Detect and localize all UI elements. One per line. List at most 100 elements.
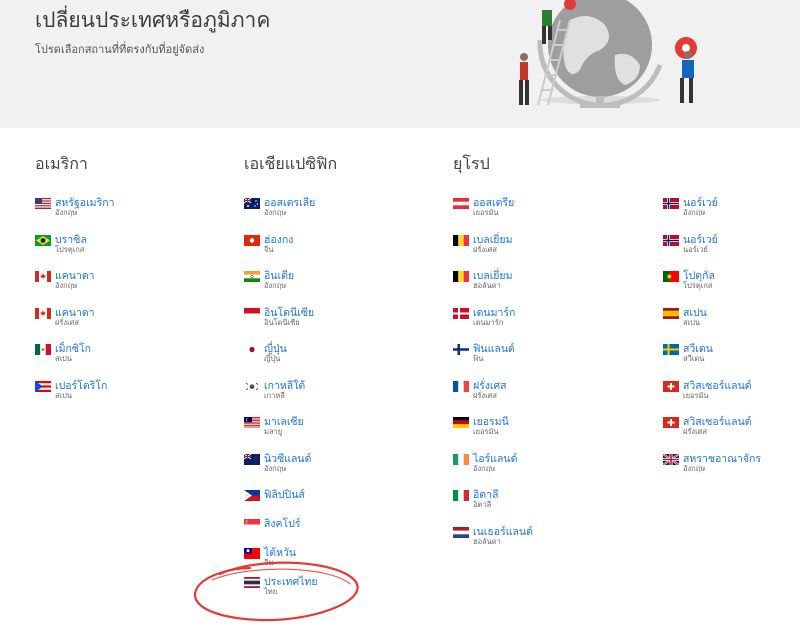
thailand-flag-icon [244, 577, 260, 588]
language-label: อินโดนีเซีย [264, 317, 300, 327]
japan-flag-icon [244, 344, 260, 355]
country-link[interactable]: ญี่ปุ่น ญี่ปุ่น [244, 340, 337, 377]
italy-flag-icon [453, 490, 469, 501]
country-link[interactable]: เกาหลีใต้ เกาหลี [244, 377, 337, 414]
country-link[interactable]: อินเดีย อังกฤษ [244, 267, 337, 304]
globe-illustration [519, 0, 697, 108]
switzerland-flag-icon [663, 380, 679, 392]
portugal-flag-icon [663, 271, 679, 282]
country-link[interactable]: เบลเยี่ยม ฮอลันดา [453, 267, 513, 304]
country-link[interactable]: เยอรมนี เยอรมัน [453, 413, 509, 450]
language-label: จีน [264, 244, 274, 254]
new-zealand-flag-icon [244, 453, 260, 465]
france-flag-icon [453, 380, 469, 392]
page-title: เปลี่ยนประเทศหรือภูมิภาค [35, 8, 271, 32]
brazil-flag-icon [35, 234, 51, 246]
column-asia-pacific: เอเชียแปซิฟิก ออสเตรเลีย อังกฤษ ฮ่องกง จีน อิ… [244, 152, 337, 602]
canada-flag-icon [35, 307, 51, 319]
indonesia-flag-icon [244, 307, 260, 319]
country-link[interactable]: สหรัฐอเมริกา อังกฤษ [35, 194, 114, 231]
language-label: ญี่ปุ่น [264, 354, 281, 363]
country-link[interactable]: ไอร์แลนด์ อังกฤษ [453, 450, 517, 487]
language-label: ฝรั่งเศส [473, 390, 497, 400]
country-link[interactable]: นิวซีแลนด์ อังกฤษ [244, 450, 337, 487]
south-korea-flag-icon [244, 380, 260, 392]
language-label: เกาหลี [264, 390, 285, 400]
malaysia-flag-icon [244, 417, 260, 428]
sweden-flag-icon [663, 344, 679, 355]
taiwan-flag-icon [244, 548, 260, 559]
country-link[interactable]: แคนาดา ฝรั่งเศส [35, 304, 95, 341]
germany-flag-icon [453, 417, 469, 428]
language-label: นอร์เวย์ [683, 244, 708, 254]
country-link[interactable]: ไต้หวัน จีน [244, 544, 337, 573]
mexico-flag-icon [35, 344, 51, 355]
language-label: ฝรั่งเศส [473, 244, 497, 254]
country-link[interactable]: ออสเตรีย เยอรมัน [453, 194, 514, 231]
norway-flag-icon [663, 198, 679, 209]
language-label: สเปน [55, 390, 73, 400]
country-link[interactable]: เบลเยี่ยม ฝรั่งเศส [453, 231, 513, 268]
country-link[interactable]: เม็กซิโก สเปน [35, 340, 91, 377]
country-link[interactable]: ฟิลิปปินส์ [244, 486, 337, 515]
uk-flag-icon [663, 453, 679, 465]
puerto-rico-flag-icon [35, 380, 51, 392]
netherlands-flag-icon [453, 526, 469, 538]
language-label: ฮอลันดา [473, 536, 501, 546]
canada-flag-icon [35, 271, 51, 282]
country-link[interactable]: ประเทศไทย ไทย [244, 573, 337, 602]
language-label: ฝรั่งเศส [55, 317, 79, 327]
language-label: เยอรมัน [473, 427, 499, 436]
language-label: ฮอลันดา [473, 281, 501, 290]
australia-flag-icon [244, 198, 260, 209]
country-link[interactable]: ฝรั่งเศส ฝรั่งเศส [453, 377, 507, 414]
country-link[interactable]: แคนาดา อังกฤษ [35, 267, 95, 304]
austria-flag-icon [453, 198, 469, 209]
country-link[interactable]: อิตาลี อิตาลี [453, 486, 498, 523]
language-label: สเปน [55, 354, 73, 363]
language-label: จีน [264, 558, 274, 567]
finland-flag-icon [453, 344, 469, 355]
country-link[interactable]: สิงคโปร์ [244, 515, 337, 544]
singapore-flag-icon [244, 519, 260, 530]
language-label: อังกฤษ [55, 208, 78, 217]
country-name[interactable]: ฟิลิปปินส์ [264, 486, 305, 503]
language-label: อิตาลี [473, 500, 492, 509]
region-heading: ยุโรป [453, 154, 490, 173]
language-label: โปรตุเกส [683, 281, 713, 290]
country-name[interactable]: สิงคโปร์ [264, 515, 301, 532]
language-label: อังกฤษ [264, 208, 287, 217]
language-label: เยอรมัน [683, 390, 709, 400]
language-label: โปรตุเกส [55, 244, 85, 254]
country-link[interactable]: บราซิล โปรตุเกส [35, 231, 88, 268]
language-label: อังกฤษ [264, 281, 287, 290]
spain-flag-icon [663, 307, 679, 319]
column-europe: ยุโรปออสเตรีย เยอรมัน เบลเยี่ยม ฝรั่งเศส เบล… [453, 152, 533, 560]
hong-kong-flag-icon [244, 234, 260, 246]
language-label: สเปน [683, 317, 701, 327]
language-label: มลายู [264, 427, 283, 436]
philippines-flag-icon [244, 490, 260, 501]
ireland-flag-icon [453, 453, 469, 465]
language-label: สวีเดน [683, 354, 705, 363]
country-link[interactable]: ฟินแลนด์ ฟิน [453, 340, 515, 377]
country-link[interactable]: ออสเตรเลีย อังกฤษ [244, 194, 337, 231]
country-link[interactable]: อินโดนีเซีย อินโดนีเซีย [244, 304, 337, 341]
switzerland-flag-icon [663, 417, 679, 428]
country-link[interactable]: เดนมาร์ก เดนมาร์ก [453, 304, 515, 341]
country-link[interactable]: เนเธอร์แลนด์ ฮอลันดา [453, 523, 533, 560]
india-flag-icon [244, 271, 260, 282]
belgium-flag-icon [453, 234, 469, 246]
norway-flag-icon [663, 234, 679, 246]
region-heading: อเมริกา [35, 154, 88, 173]
language-label: เดนมาร์ก [473, 317, 504, 327]
denmark-flag-icon [453, 307, 469, 319]
region-heading: เอเชียแปซิฟิก [244, 154, 338, 173]
page-subtitle: โปรดเลือกสถานที่ที่ตรงกับที่อยู่จัดส่ง [35, 43, 205, 56]
country-link[interactable]: มาเลเซีย มลายู [244, 413, 337, 450]
country-link[interactable]: เปอร์โตริโก สเปน [35, 377, 107, 414]
language-label: ฝรั่งเศส [683, 427, 707, 436]
language-label: เยอรมัน [473, 208, 499, 217]
country-link[interactable]: ฮ่องกง จีน [244, 231, 337, 268]
language-label: ฟิน [473, 354, 484, 363]
